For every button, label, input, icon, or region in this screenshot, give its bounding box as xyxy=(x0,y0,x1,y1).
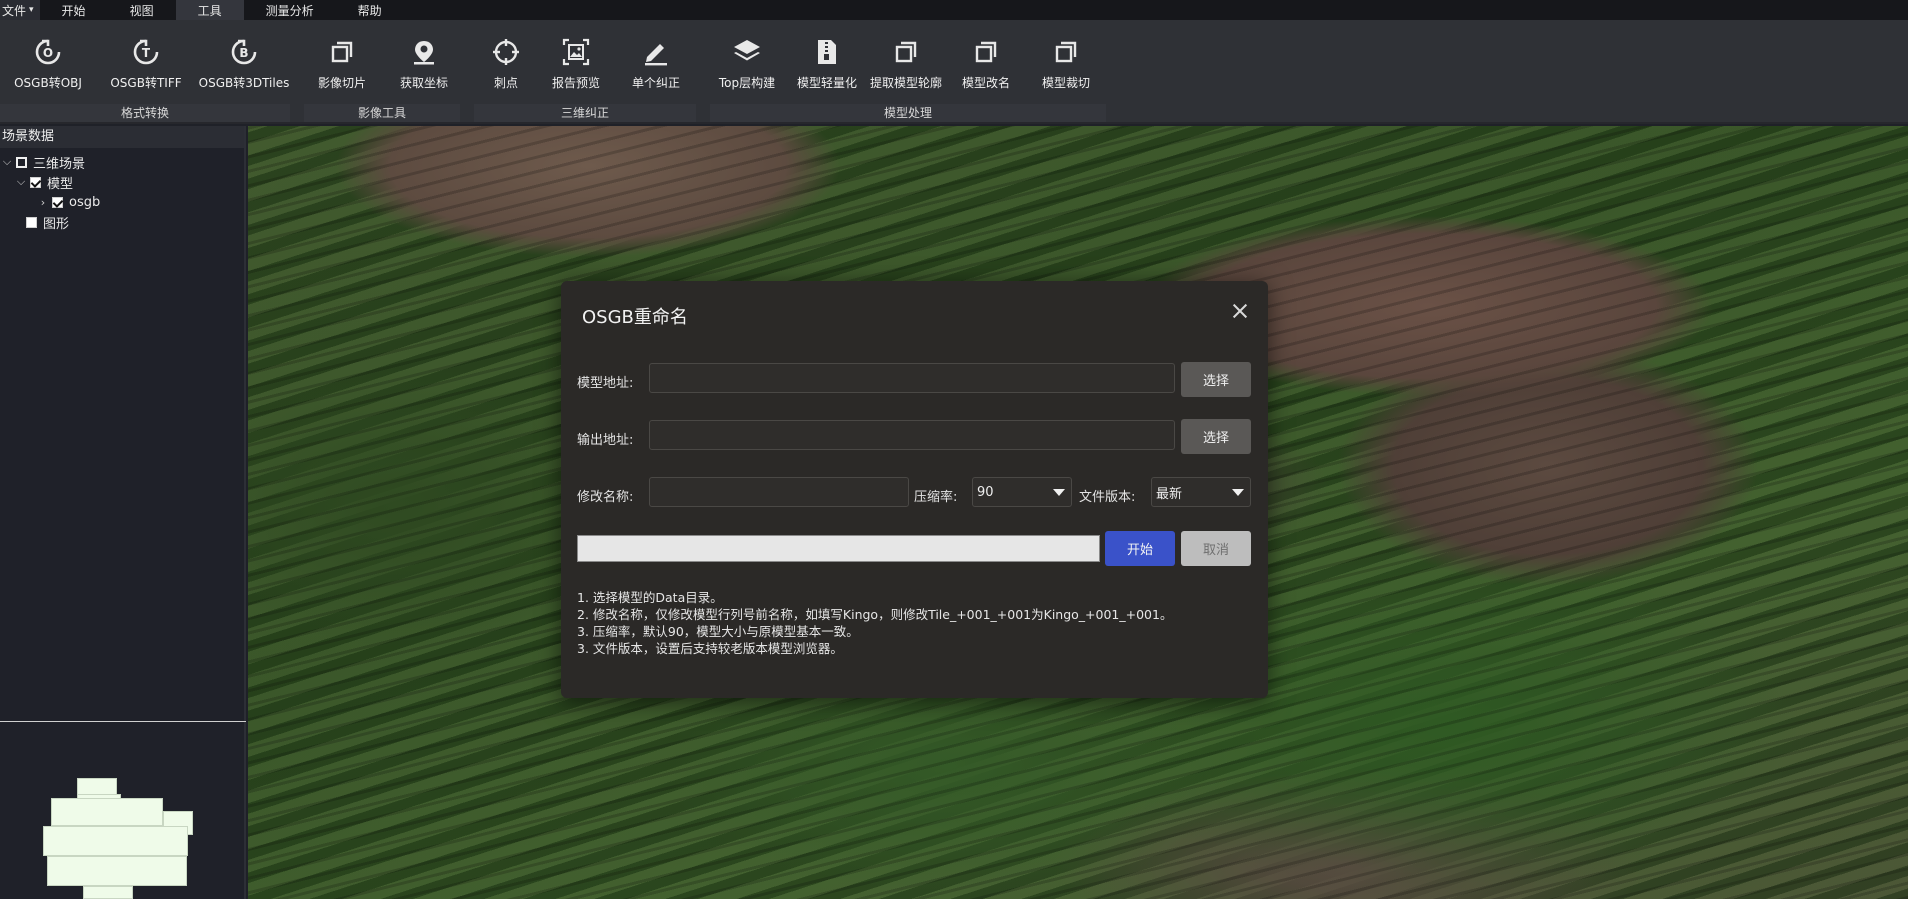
minimap-tile xyxy=(51,798,163,826)
tree-node-model[interactable]: ⌵ 模型 xyxy=(0,172,244,192)
note-line: 1. 选择模型的Data目录。 xyxy=(577,590,723,605)
menu-view-label: 视图 xyxy=(129,3,154,18)
compression-select[interactable]: 90 xyxy=(972,477,1072,507)
start-button[interactable]: 开始 xyxy=(1105,531,1175,566)
tree-node-scene[interactable]: ⌵ 三维场景 xyxy=(0,152,244,172)
zip-file-icon xyxy=(818,40,836,64)
crosshair-icon xyxy=(493,39,519,65)
scene-checkbox[interactable] xyxy=(16,156,27,168)
svg-text:B: B xyxy=(239,46,248,60)
menu-tools-label: 工具 xyxy=(197,3,222,18)
menu-bar: 文件 ▾ 开始 视图 工具 测量分析 帮助 xyxy=(0,0,1908,20)
scene-data-panel: 场景数据 ⌵ 三维场景 ⌵ 模型 › osgb 图形 xyxy=(0,126,246,899)
tool-osgb-to-3dtiles[interactable]: B OSGB转3DTiles xyxy=(196,30,292,91)
output-path-select-button[interactable]: 选择 xyxy=(1181,419,1251,454)
osgb-checkbox[interactable] xyxy=(52,196,63,208)
tool-label: OSGB转TIFF xyxy=(110,76,182,90)
menu-measure-label: 测量分析 xyxy=(265,3,314,18)
dialog-title: OSGB重命名 xyxy=(582,307,688,328)
chevron-down-icon xyxy=(1232,489,1244,496)
menu-start[interactable]: 开始 xyxy=(40,0,108,20)
minimap-tile xyxy=(47,856,187,886)
version-label: 文件版本: xyxy=(1079,490,1136,505)
menu-tools[interactable]: 工具 xyxy=(175,0,244,20)
menu-file[interactable]: 文件 ▾ xyxy=(0,0,40,20)
tool-label: 模型裁切 xyxy=(1041,76,1090,90)
chevron-down-icon[interactable]: ⌵ xyxy=(14,175,28,189)
pencil-icon xyxy=(645,44,667,66)
group-model-processing: 模型处理 xyxy=(710,104,1106,122)
tiff-convert-icon: T xyxy=(133,39,159,65)
tool-label: OSGB转OBJ xyxy=(14,76,82,90)
tool-label: 单个纠正 xyxy=(631,76,680,90)
menu-start-label: 开始 xyxy=(61,3,86,18)
shape-checkbox[interactable] xyxy=(26,216,37,228)
tree-node-label: osgb xyxy=(69,194,101,210)
menu-view[interactable]: 视图 xyxy=(108,0,176,20)
tree-node-label: 模型 xyxy=(47,176,74,192)
output-path-label: 输出地址: xyxy=(577,433,634,448)
menu-file-label: 文件 xyxy=(2,3,27,18)
svg-text:O: O xyxy=(43,46,53,60)
menu-help-label: 帮助 xyxy=(357,3,382,18)
menu-help[interactable]: 帮助 xyxy=(336,0,404,20)
panel-title: 场景数据 xyxy=(0,126,244,148)
menu-measure[interactable]: 测量分析 xyxy=(244,0,336,20)
chevron-down-icon: ▾ xyxy=(29,5,34,15)
tool-single-correction[interactable]: 单个纠正 xyxy=(608,30,704,91)
group-format-conversion: 格式转换 xyxy=(0,104,290,122)
model-checkbox[interactable] xyxy=(30,176,41,188)
progress-bar xyxy=(577,535,1100,562)
obj-convert-icon: O xyxy=(35,39,61,65)
layers-icon xyxy=(734,40,760,61)
group-3d-correction: 三维纠正 xyxy=(474,104,696,122)
tile-minimap[interactable] xyxy=(0,726,246,899)
note-line: 2. 修改名称，仅修改模型行列号前名称，如填写Kingo，则修改Tile_+00… xyxy=(577,607,1173,622)
version-select[interactable]: 最新 xyxy=(1151,477,1251,507)
chevron-down-icon xyxy=(1053,489,1065,496)
note-line: 3. 文件版本，设置后支持较老版本模型浏览器。 xyxy=(577,641,843,656)
image-slice-icon xyxy=(331,41,353,63)
model-path-input[interactable] xyxy=(649,363,1175,393)
chevron-right-icon[interactable]: › xyxy=(36,196,50,209)
output-path-input[interactable] xyxy=(649,420,1175,450)
osgb-rename-dialog: OSGB重命名 模型地址: 选择 输出地址: 选择 修改名称: 压缩率: 90 … xyxy=(561,281,1268,698)
tree-node-shape[interactable]: 图形 xyxy=(0,212,244,232)
chevron-down-icon[interactable]: ⌵ xyxy=(0,155,14,169)
minimap-tile xyxy=(83,886,133,899)
app-window: 文件 ▾ 开始 视图 工具 测量分析 帮助 O OSGB转OBJ T OSGB转T… xyxy=(0,0,1908,899)
panel-divider[interactable] xyxy=(0,721,246,722)
model-path-label: 模型地址: xyxy=(577,376,634,391)
tree-node-label: 三维场景 xyxy=(33,156,86,172)
cancel-button[interactable]: 取消 xyxy=(1181,531,1251,566)
note-line: 3. 压缩率，默认90，模型大小与原模型基本一致。 xyxy=(577,624,859,639)
version-value: 最新 xyxy=(1156,486,1183,502)
group-image-tools: 影像工具 xyxy=(304,104,460,122)
scene-tree: ⌵ 三维场景 ⌵ 模型 › osgb 图形 xyxy=(0,148,244,232)
outline-icon xyxy=(895,41,917,63)
rename-label: 修改名称: xyxy=(577,490,634,505)
3dtiles-convert-icon: B xyxy=(231,39,257,65)
minimap-tile xyxy=(43,826,188,856)
compression-value: 90 xyxy=(977,484,994,500)
compression-label: 压缩率: xyxy=(914,490,958,505)
clip-icon xyxy=(1055,41,1077,63)
tool-osgb-to-tiff[interactable]: T OSGB转TIFF xyxy=(98,30,194,91)
rename-input[interactable] xyxy=(649,477,909,507)
location-pin-icon xyxy=(414,41,434,65)
tool-model-clip[interactable]: 模型裁切 xyxy=(1018,30,1114,91)
ribbon-toolbar: O OSGB转OBJ T OSGB转TIFF B OSGB转3DTiles 影像… xyxy=(0,20,1908,124)
report-preview-icon xyxy=(562,38,590,66)
help-notes: 1. 选择模型的Data目录。 2. 修改名称，仅修改模型行列号前名称，如填写K… xyxy=(577,589,1172,657)
tool-osgb-to-obj[interactable]: O OSGB转OBJ xyxy=(0,30,96,91)
tool-label: OSGB转3DTiles xyxy=(198,76,290,90)
model-path-select-button[interactable]: 选择 xyxy=(1181,362,1251,397)
close-icon[interactable] xyxy=(1228,299,1252,323)
svg-text:T: T xyxy=(142,46,151,60)
rename-icon xyxy=(975,41,997,63)
tree-node-label: 图形 xyxy=(43,216,70,232)
tree-node-osgb[interactable]: › osgb xyxy=(0,192,244,212)
